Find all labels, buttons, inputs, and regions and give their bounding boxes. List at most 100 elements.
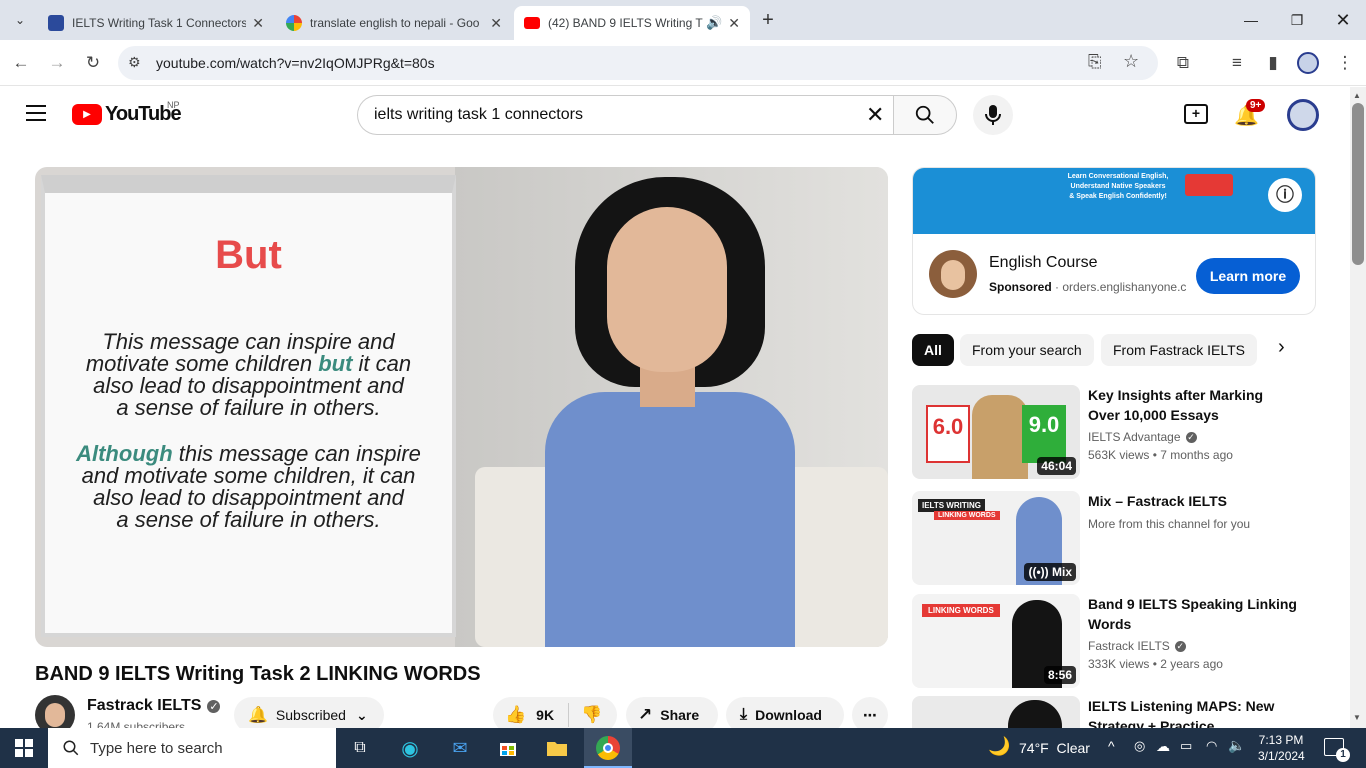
learn-more-button[interactable]: Learn more (1196, 258, 1300, 294)
mail-icon[interactable]: ✉ (446, 734, 474, 762)
search-button[interactable] (893, 95, 957, 135)
volume-icon[interactable]: 🔈 (1228, 737, 1245, 754)
forward-arrow-icon[interactable]: → (42, 48, 72, 78)
like-count[interactable]: 9K (536, 707, 554, 723)
chip-all[interactable]: All (912, 334, 954, 366)
sponsored-ad[interactable]: Learn Conversational English, Understand… (912, 167, 1316, 315)
taskbar-search-box[interactable]: Type here to search (48, 728, 336, 768)
ad-title[interactable]: English Course (989, 254, 1098, 272)
recommendation-channel[interactable]: IELTS Advantage ✓ (1088, 430, 1197, 444)
site-info-icon[interactable]: ⚙ (128, 54, 141, 71)
close-tab-icon[interactable]: ✕ (490, 15, 502, 32)
thumb-score-left: 6.0 (926, 405, 970, 463)
chrome-menu-icon[interactable]: ⋮ (1330, 48, 1360, 78)
video-thumbnail[interactable]: 6.0 9.0 46:04 (912, 385, 1080, 479)
chips-next-chevron-icon[interactable]: › (1278, 336, 1285, 359)
chip-from-fastrack-ielts[interactable]: From Fastrack IELTS (1101, 334, 1257, 366)
weather-moon-icon[interactable]: 🌙 (988, 736, 1010, 757)
recommendation-item[interactable]: IELTS WRITING LINKING WORDS ((•)) Mix Mi… (912, 491, 1322, 587)
weather-text[interactable]: 74°F Clear (1019, 740, 1090, 756)
extensions-icon[interactable]: ⧉ (1168, 48, 1198, 78)
recommendation-item[interactable]: LINKING WORDS 8:56 Band 9 IELTS Speaking… (912, 594, 1322, 690)
recommendation-title[interactable]: Band 9 IELTS Speaking Linking Words (1088, 594, 1298, 634)
recommendation-title[interactable]: Mix – Fastrack IELTS (1088, 491, 1298, 511)
close-tab-icon[interactable]: ✕ (728, 15, 740, 32)
video-player[interactable]: But This message can inspire and motivat… (35, 167, 888, 647)
search-box: ✕ (357, 95, 895, 135)
new-tab-button[interactable]: + (756, 8, 780, 32)
thumbs-down-icon[interactable]: 👎 (581, 705, 602, 725)
battery-icon[interactable]: ▭ (1180, 738, 1192, 754)
page-scrollbar[interactable]: ▲ ▼ (1350, 87, 1366, 728)
ad-info-icon[interactable]: ⓘ (1268, 178, 1302, 212)
recommendation-channel[interactable]: Fastrack IELTS ✓ (1088, 639, 1186, 653)
create-video-icon[interactable]: + (1184, 104, 1208, 124)
media-controls-icon[interactable]: ≡ (1222, 48, 1252, 78)
scroll-down-icon[interactable]: ▼ (1353, 713, 1361, 722)
edge-icon[interactable]: ◉ (396, 734, 424, 762)
search-icon (915, 105, 934, 124)
video-thumbnail[interactable]: LINKING WORDS 8:56 (912, 594, 1080, 688)
bookmark-star-icon[interactable]: ☆ (1123, 51, 1139, 72)
scrollbar-thumb[interactable] (1352, 103, 1364, 265)
search-input[interactable] (374, 106, 844, 124)
windows-start-icon[interactable] (10, 734, 38, 762)
taskbar-search-placeholder: Type here to search (90, 739, 223, 757)
tab-youtube[interactable]: (42) BAND 9 IELTS Writing T 🔊 ✕ (514, 6, 750, 40)
speaker-icon[interactable]: 🔊 (706, 15, 722, 31)
recommendation-item[interactable]: 6.0 9.0 46:04 Key Insights after Marking… (912, 385, 1322, 481)
youtube-play-icon: ▶ (72, 104, 102, 125)
onedrive-cloud-icon[interactable]: ☁ (1156, 738, 1170, 755)
task-view-icon[interactable]: ⧉ (346, 734, 374, 762)
account-avatar[interactable] (1287, 99, 1319, 131)
taskbar-clock[interactable]: 7:13 PM 3/1/2024 (1258, 732, 1305, 764)
verified-check-icon: ✓ (207, 699, 221, 713)
restore-icon[interactable]: ❐ (1274, 0, 1320, 40)
wifi-icon[interactable]: ◠ (1206, 738, 1217, 754)
thumb-label: LINKING WORDS (922, 604, 1000, 617)
presenter-face (607, 207, 727, 372)
tray-chevron-up-icon[interactable]: ^ (1108, 738, 1115, 754)
verified-check-icon: ✓ (1174, 640, 1186, 652)
file-explorer-icon[interactable] (543, 734, 571, 762)
meet-now-icon[interactable]: ◎ (1134, 738, 1145, 754)
tab-ielts-connectors[interactable]: IELTS Writing Task 1 Connectors ✕ (38, 6, 274, 40)
tab-search-chevron-icon[interactable]: ⌄ (8, 10, 32, 30)
microphone-icon (985, 105, 1001, 125)
recommendation-title[interactable]: IELTS Listening MAPS: New Strategy + Pra… (1088, 696, 1298, 728)
back-arrow-icon[interactable]: ← (6, 48, 36, 78)
hamburger-menu-icon[interactable] (26, 105, 46, 121)
thumbs-up-icon[interactable]: 👍 (505, 705, 526, 725)
clear-search-icon[interactable]: ✕ (866, 102, 884, 128)
tab-strip: ⌄ IELTS Writing Task 1 Connectors ✕ tran… (0, 0, 1366, 40)
minimize-icon[interactable]: — (1228, 0, 1274, 40)
install-app-icon[interactable]: ⎘ (1088, 52, 1102, 72)
recommendation-title[interactable]: Key Insights after Marking Over 10,000 E… (1088, 385, 1298, 425)
video-thumbnail[interactable]: IELTS WRITING LINKING WORDS ((•)) Mix (912, 491, 1080, 585)
profile-avatar[interactable] (1297, 52, 1319, 74)
windows-taskbar: Type here to search ⧉ ◉ ✉ 🌙 74°F Clear ^… (0, 728, 1366, 768)
site-favicon-icon (48, 15, 64, 31)
close-window-icon[interactable]: ✕ (1320, 0, 1366, 40)
scroll-up-icon[interactable]: ▲ (1353, 91, 1361, 100)
side-panel-icon[interactable]: ▮ (1258, 48, 1288, 78)
reload-icon[interactable]: ↻ (78, 48, 108, 78)
store-icon[interactable] (494, 734, 522, 762)
ad-banner[interactable]: Learn Conversational English, Understand… (913, 168, 1315, 234)
youtube-logo[interactable]: ▶ YouTube (72, 103, 182, 126)
voice-search-button[interactable] (973, 95, 1013, 135)
video-thumbnail[interactable] (912, 696, 1080, 728)
search-icon (63, 740, 79, 756)
presenter-dress (545, 392, 795, 647)
chip-from-your-search[interactable]: From your search (960, 334, 1094, 366)
address-bar[interactable]: ⚙ youtube.com/watch?v=nv2IqOMJPRg&t=80s … (118, 46, 1158, 80)
share-arrow-icon: ↗ (638, 705, 653, 724)
recommendation-item[interactable]: IELTS Listening MAPS: New Strategy + Pra… (912, 696, 1322, 728)
tab-title: (42) BAND 9 IELTS Writing T (548, 16, 703, 30)
advertiser-avatar (929, 250, 977, 298)
video-duration: 8:56 (1043, 666, 1076, 684)
tab-google-translate[interactable]: translate english to nepali - Goo ✕ (276, 6, 512, 40)
channel-name[interactable]: Fastrack IELTS ✓ (87, 697, 221, 715)
chrome-taskbar-button[interactable] (584, 728, 632, 768)
close-tab-icon[interactable]: ✕ (252, 15, 264, 32)
